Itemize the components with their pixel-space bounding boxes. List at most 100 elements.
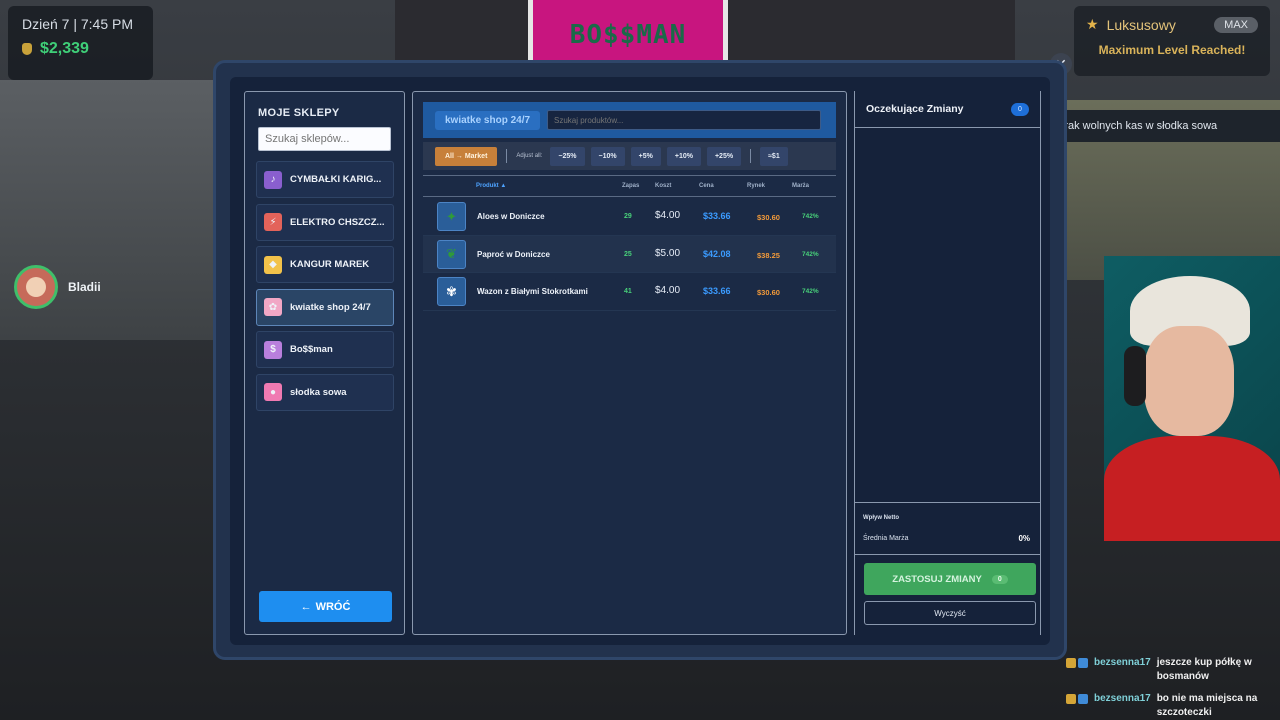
- shop-item-label: słodka sowa: [290, 386, 347, 398]
- products-header: kwiatke shop 24/7: [423, 102, 836, 138]
- product-table-header: Produkt ▲ Zapas Koszt Cena Rynek Marża: [423, 175, 836, 197]
- product-name: Aloes w Doniczce: [477, 212, 545, 221]
- shop-item-label: kwiatke shop 24/7: [290, 301, 371, 313]
- column-market[interactable]: Rynek: [747, 183, 765, 189]
- fern-icon: ❦: [437, 239, 466, 269]
- margin-value: 742%: [802, 288, 819, 295]
- back-label: WRÓĆ: [315, 600, 351, 613]
- notification-toast: Brak wolnych kas w słodka sowa: [1036, 110, 1280, 142]
- vip-badge-icon: [1078, 694, 1088, 704]
- adjust-plus-25-button[interactable]: +25%: [706, 146, 742, 166]
- shop-item[interactable]: ✿ kwiatke shop 24/7: [256, 288, 394, 326]
- table-row[interactable]: ❦ Paproć w Doniczce 25 $5.00 $42.08 $38.25 742…: [423, 235, 836, 273]
- sub-badge-icon: [1066, 694, 1076, 704]
- player-tag: Bladii: [14, 265, 101, 309]
- shop-item-label: CYMBAŁKI KARIG...: [290, 174, 382, 185]
- column-cost[interactable]: Koszt: [655, 183, 671, 189]
- product-search-input[interactable]: [547, 110, 821, 130]
- arrow-left-icon: ←: [300, 600, 312, 613]
- chat-username: bezsenna17: [1094, 693, 1151, 704]
- margin-value: 742%: [802, 213, 819, 220]
- column-stock[interactable]: Zapas: [622, 183, 639, 189]
- money-value: $2,339: [40, 40, 89, 57]
- pending-changes-panel: Oczekujące Zmiany 0 Wpływ Netto Średnia …: [854, 91, 1041, 635]
- price-value[interactable]: $42.08: [703, 249, 731, 259]
- avatar: [14, 265, 58, 309]
- shop-item-label: KANGUR MAREK: [290, 259, 370, 270]
- money-display: $2,339: [22, 40, 139, 58]
- shop-item[interactable]: ♪ CYMBAŁKI KARIG...: [256, 161, 394, 198]
- daisy-vase-icon: ✾: [437, 277, 466, 306]
- sub-badge-icon: [1066, 658, 1076, 668]
- kangaroo-icon: ◆: [264, 255, 282, 274]
- bag-icon: $: [264, 340, 282, 359]
- max-badge: MAX: [1214, 16, 1258, 33]
- column-product[interactable]: Produkt ▲: [476, 183, 506, 189]
- day-time-label: Dzień 7 | 7:45 PM: [22, 16, 134, 32]
- all-to-market-button[interactable]: All → Market: [435, 146, 498, 166]
- pending-title: Oczekujące Zmiany: [866, 103, 964, 115]
- shop-search-input[interactable]: [258, 127, 391, 151]
- average-margin-value: 0%: [1018, 534, 1030, 543]
- table-row[interactable]: ✾ Wazon z Białymi Stokrotkami 41 $4.00 $33.6…: [423, 273, 836, 311]
- owl-icon: ●: [264, 383, 282, 401]
- shop-management-modal: MOJE SKLEPY ♪ CYMBAŁKI KARIG... ⚡ ELEKTRO C…: [213, 60, 1067, 660]
- shop-item-label: ELEKTRO CHSZCZ...: [290, 216, 385, 228]
- tab-current-shop[interactable]: kwiatke shop 24/7: [435, 111, 541, 130]
- divider: [506, 149, 508, 163]
- pending-summary: Wpływ Netto Średnia Marża 0%: [855, 502, 1040, 555]
- cost-value: $5.00: [655, 247, 681, 259]
- pending-header: Oczekujące Zmiany 0: [855, 91, 1040, 128]
- products-panel: kwiatke shop 24/7 All → Market Adjust al…: [412, 91, 847, 635]
- level-hud: ★ Luksusowy MAX Maximum Level Reached!: [1074, 6, 1270, 76]
- guitar-icon: ♪: [264, 170, 282, 189]
- shops-panel: MOJE SKLEPY ♪ CYMBAŁKI KARIG... ⚡ ELEKTRO C…: [244, 91, 405, 635]
- back-button[interactable]: ← WRÓĆ: [259, 591, 392, 622]
- average-margin-label: Średnia Marża: [863, 535, 909, 542]
- shop-item[interactable]: $ Bo$$man: [256, 331, 394, 368]
- stock-value: 25: [624, 250, 632, 258]
- chat-message: bezsenna17 bo nie ma miejsca na szczotec…: [1066, 692, 1280, 720]
- product-name: Paproć w Doniczce: [477, 249, 550, 259]
- market-value: $30.60: [757, 213, 780, 222]
- product-table-body: ✦ Aloes w Doniczce 29 $4.00 $33.66 $30.60 742%…: [423, 198, 836, 311]
- clear-button[interactable]: Wyczyść: [864, 601, 1036, 625]
- shop-item[interactable]: ● słodka sowa: [256, 373, 394, 411]
- apply-changes-button[interactable]: ZASTOSUJ ZMIANY 0: [864, 563, 1036, 595]
- adjust-all-label: Adjust all:: [516, 153, 543, 159]
- market-value: $38.25: [757, 250, 780, 260]
- level-message: Maximum Level Reached!: [1098, 43, 1246, 57]
- adjust-plus-10-button[interactable]: +10%: [666, 146, 701, 166]
- star-icon: ★: [1086, 16, 1099, 32]
- cost-value: $4.00: [655, 285, 681, 296]
- chat-text: bo nie ma miejsca na szczoteczki: [1156, 693, 1258, 718]
- product-name: Wazon z Białymi Stokrotkami: [477, 287, 588, 296]
- adjust-plus-5-button[interactable]: +5%: [630, 146, 661, 166]
- stock-value: 29: [624, 213, 632, 220]
- chat-text: jeszcze kup półkę w bosmanów: [1156, 657, 1252, 682]
- flower-icon: ✿: [264, 298, 282, 316]
- price-value[interactable]: $33.66: [703, 211, 731, 221]
- cost-value: $4.00: [655, 210, 681, 221]
- adjust-minus-25-button[interactable]: −25%: [550, 146, 585, 166]
- shop-item-label: Bo$$man: [290, 344, 333, 355]
- chat-overlay: bezsenna17 jeszcze kup półkę w bosmanów …: [1066, 656, 1280, 720]
- shop-item[interactable]: ◆ KANGUR MAREK: [256, 246, 394, 283]
- stock-value: 41: [624, 288, 632, 295]
- table-row[interactable]: ✦ Aloes w Doniczce 29 $4.00 $33.66 $30.60 742%: [423, 198, 836, 236]
- column-margin[interactable]: Marża: [792, 183, 809, 189]
- shop-item[interactable]: ⚡ ELEKTRO CHSZCZ...: [256, 203, 394, 241]
- electronics-icon: ⚡: [264, 213, 282, 231]
- adjust-minus-10-button[interactable]: −10%: [590, 146, 625, 166]
- webcam-overlay: [1104, 256, 1280, 541]
- price-value[interactable]: $33.66: [703, 286, 731, 296]
- pending-count-badge: 0: [1011, 103, 1029, 116]
- round-price-button[interactable]: ≈$1: [760, 146, 788, 166]
- player-name: Bladii: [68, 280, 101, 294]
- margin-value: 742%: [802, 250, 819, 258]
- column-price[interactable]: Cena: [699, 183, 714, 189]
- aloe-icon: ✦: [437, 202, 466, 231]
- money-bag-icon: [22, 43, 32, 55]
- apply-count-badge: 0: [991, 574, 1008, 584]
- adjust-toolbar: All → Market Adjust all: −25% −10% +5% +…: [423, 142, 836, 170]
